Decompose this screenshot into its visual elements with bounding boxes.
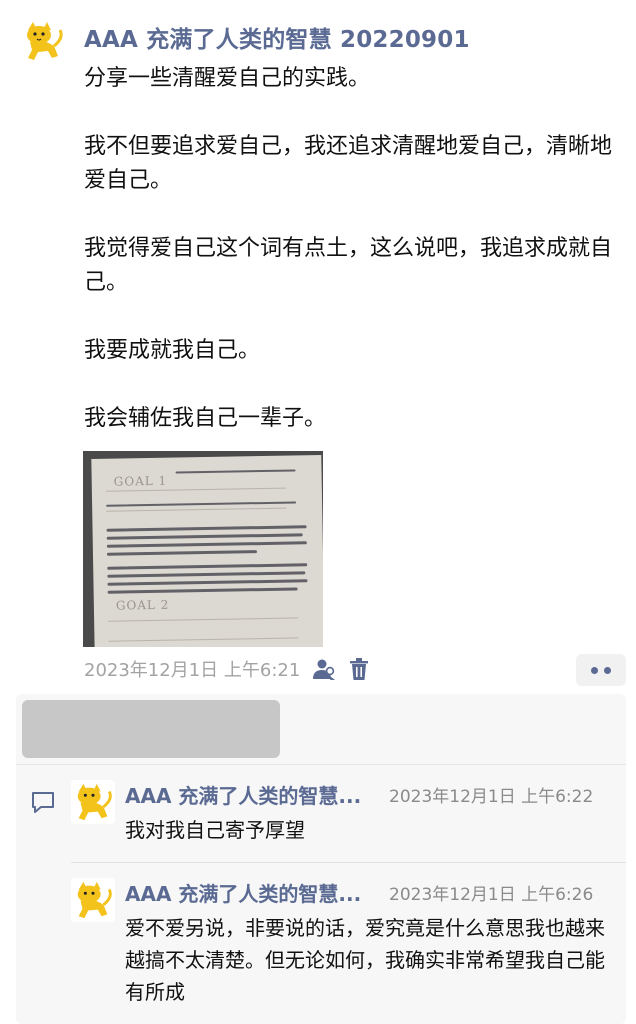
avatar[interactable] — [71, 878, 115, 922]
ruled-line — [108, 617, 299, 622]
avatar[interactable] — [20, 18, 66, 64]
notebook-page: GOAL 1 GOAL 2 — [91, 455, 323, 647]
handwriting-line — [106, 541, 307, 548]
post-meta-row: 2023年12月1日 上午6:21 — [84, 656, 369, 682]
avatar[interactable] — [71, 780, 115, 824]
post-paragraph: 我会辅佐我自己一辈子。 — [84, 406, 327, 431]
handwriting-line — [107, 563, 308, 570]
handwriting-line — [106, 525, 307, 532]
handwriting-line — [175, 469, 296, 474]
comment-author-name[interactable]: AAA 充满了人类的智慧... — [125, 878, 361, 907]
handwriting-line — [106, 501, 297, 507]
comment-timestamp: 2023年12月1日 上午6:26 — [389, 885, 594, 905]
comment-text: 我对我自己寄予厚望 — [125, 818, 305, 842]
comment-bubble-icon — [32, 792, 54, 813]
handwriting-line — [107, 587, 298, 594]
ruled-line — [106, 507, 287, 512]
more-dots-icon — [591, 666, 598, 674]
post-paragraph: 我觉得爱自己这个词有点土，这么说吧，我追求成就自己。 — [84, 236, 613, 295]
handwriting-line — [107, 579, 308, 586]
comment-timestamp: 2023年12月1日 上午6:22 — [389, 787, 594, 807]
goal-1-heading: GOAL 1 — [113, 473, 168, 489]
handwriting-line — [107, 571, 306, 578]
post-text: 分享一些清醒爱自己的实践。 我不但要追求爱自己，我还追求清醒地爱自己，清晰地爱自… — [84, 62, 624, 470]
post-paragraph: 我要成就我自己。 — [84, 338, 261, 363]
post-author-name[interactable]: AAA 充满了人类的智慧 20220901 — [84, 20, 470, 54]
handwriting-line — [106, 533, 303, 540]
goal-2-heading: GOAL 2 — [115, 597, 170, 613]
more-button[interactable] — [576, 654, 626, 686]
post-timestamp: 2023年12月1日 上午6:21 — [84, 660, 301, 681]
post-paragraph: 我不但要追求爱自己，我还追求清醒地爱自己，清晰地爱自己。 — [84, 134, 613, 193]
private-people-icon[interactable] — [312, 658, 336, 680]
handwriting-line — [106, 550, 257, 556]
comment-item[interactable]: AAA 充满了人类的智慧... 2023年12月1日 上午6:22 我对我自己寄… — [71, 780, 626, 850]
likes-bar — [22, 700, 280, 758]
comment-text: 爱不爱另说，非要说的话，爱究竟是什么意思我也越来越搞不太清楚。但无论如何，我确实… — [125, 916, 605, 1004]
trash-icon[interactable] — [350, 658, 369, 680]
post-paragraph: 分享一些清醒爱自己的实践。 — [84, 66, 371, 91]
comment-item[interactable]: AAA 充满了人类的智慧... 2023年12月1日 上午6:26 爱不爱另说，… — [71, 878, 626, 1018]
ruled-line — [108, 637, 299, 642]
comment-author-name[interactable]: AAA 充满了人类的智慧... — [125, 780, 361, 809]
post-photo[interactable]: GOAL 1 GOAL 2 — [83, 451, 323, 647]
divider — [16, 764, 626, 765]
comment-section: AAA 充满了人类的智慧... 2023年12月1日 上午6:22 我对我自己寄… — [16, 694, 626, 1024]
more-dots-icon — [604, 666, 611, 674]
divider — [71, 862, 626, 863]
